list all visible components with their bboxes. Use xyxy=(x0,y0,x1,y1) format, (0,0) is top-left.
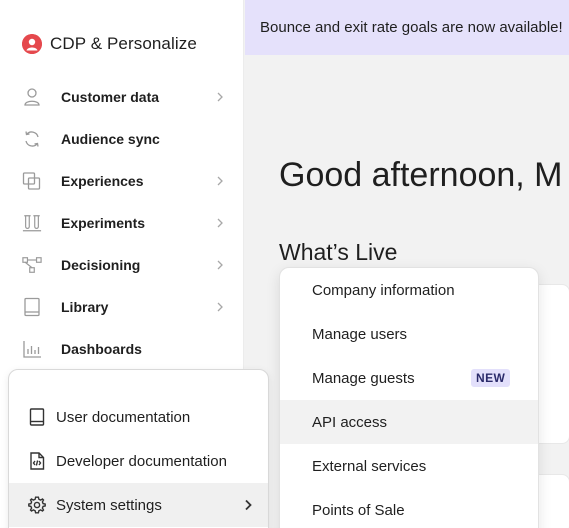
brand[interactable]: CDP & Personalize xyxy=(22,34,197,54)
person-icon xyxy=(22,87,42,107)
chevron-right-icon xyxy=(245,499,252,511)
announcement-banner[interactable]: Bounce and exit rate goals are now avail… xyxy=(245,0,569,55)
book-icon xyxy=(28,408,46,426)
sidebar-item-dashboards[interactable]: Dashboards xyxy=(0,329,244,369)
chevron-right-icon xyxy=(217,260,223,270)
submenu-item-manage-guests[interactable]: Manage guests NEW xyxy=(280,356,538,400)
sidebar-item-label: Dashboards xyxy=(61,341,142,357)
sidebar-item-label: Decisioning xyxy=(61,257,141,273)
submenu-item-label: Manage guests xyxy=(312,369,415,387)
app-title: CDP & Personalize xyxy=(50,34,197,53)
brand-logo-icon xyxy=(22,34,42,54)
submenu-item-label: API access xyxy=(312,413,388,431)
chevron-right-icon xyxy=(217,92,223,102)
sidebar-item-experiments[interactable]: Experiments xyxy=(0,203,244,243)
submenu-item-label: External services xyxy=(312,457,427,475)
sidebar-item-label: Customer data xyxy=(61,89,160,105)
greeting-heading: Good afternoon, M xyxy=(279,156,563,194)
sidebar-item-customer-data[interactable]: Customer data xyxy=(0,77,244,117)
flow-icon xyxy=(22,255,42,275)
menu-item-user-documentation[interactable]: User documentation xyxy=(9,395,268,439)
sync-icon xyxy=(22,129,42,149)
chevron-right-icon xyxy=(217,218,223,228)
sidebar-item-label: Audience sync xyxy=(61,131,160,147)
experiences-icon xyxy=(22,171,42,191)
sidebar-item-library[interactable]: Library xyxy=(0,287,244,327)
submenu-item-label: Points of Sale xyxy=(312,501,405,519)
chevron-right-icon xyxy=(217,176,223,186)
sidebar-item-experiences[interactable]: Experiences xyxy=(0,161,244,201)
submenu-item-label: Manage users xyxy=(312,325,408,343)
menu-item-label: System settings xyxy=(56,496,162,514)
bar-chart-icon xyxy=(22,339,42,359)
menu-item-developer-documentation[interactable]: Developer documentation xyxy=(9,439,268,483)
submenu-item-api-access[interactable]: API access xyxy=(280,400,538,444)
sidebar-item-label: Experiments xyxy=(61,215,146,231)
chevron-right-icon xyxy=(217,302,223,312)
sidebar-item-audience-sync[interactable]: Audience sync xyxy=(0,119,244,159)
code-file-icon xyxy=(28,452,46,470)
submenu-item-company-information[interactable]: Company information xyxy=(280,268,538,312)
section-title-whats-live: What’s Live xyxy=(279,239,398,265)
system-settings-submenu: Company information Manage users Manage … xyxy=(279,267,539,528)
menu-item-system-settings[interactable]: System settings xyxy=(9,483,268,527)
book-icon xyxy=(22,297,42,317)
submenu-item-manage-users[interactable]: Manage users xyxy=(280,312,538,356)
flask-icon xyxy=(22,213,42,233)
gear-icon xyxy=(28,496,46,514)
banner-text: Bounce and exit rate goals are now avail… xyxy=(260,19,563,36)
submenu-item-points-of-sale[interactable]: Points of Sale xyxy=(280,488,538,528)
menu-item-label: Developer documentation xyxy=(56,452,227,470)
submenu-item-label: Company information xyxy=(312,281,455,299)
new-badge: NEW xyxy=(471,369,511,387)
sidebar-item-label: Experiences xyxy=(61,173,144,189)
help-menu: User documentation Developer documentati… xyxy=(8,369,269,528)
sidebar-item-decisioning[interactable]: Decisioning xyxy=(0,245,244,285)
submenu-item-external-services[interactable]: External services xyxy=(280,444,538,488)
menu-item-label: User documentation xyxy=(56,408,191,426)
sidebar-item-label: Library xyxy=(61,299,109,315)
